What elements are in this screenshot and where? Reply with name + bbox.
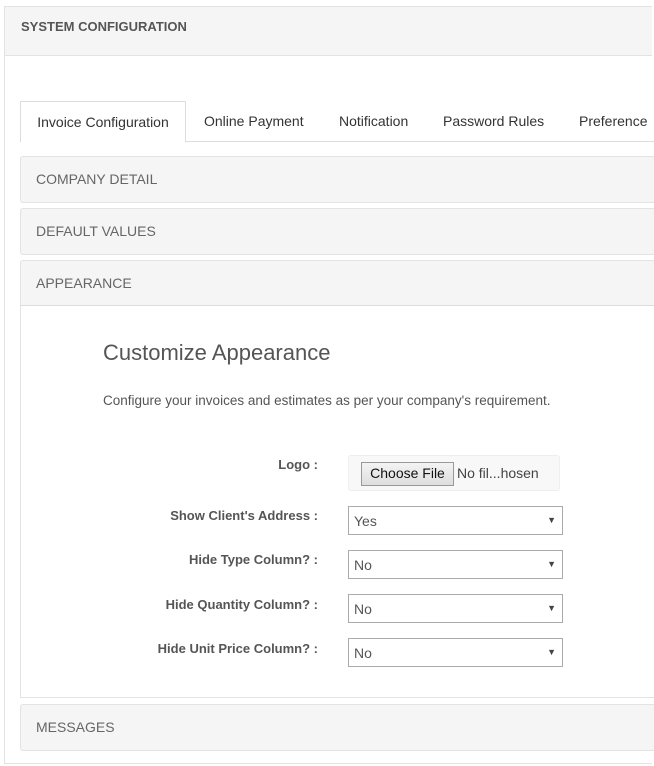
select-value: Yes <box>354 513 377 529</box>
section-company-detail[interactable]: COMPANY DETAIL <box>20 156 654 203</box>
section-appearance[interactable]: APPEARANCE <box>20 260 654 307</box>
tab-preference[interactable]: Preference <box>579 101 647 141</box>
hide-quantity-column-label: Hide Quantity Column? : <box>165 597 318 612</box>
tab-online-payment[interactable]: Online Payment <box>204 101 304 141</box>
tab-bar: Invoice Configuration Online Payment Not… <box>20 101 654 143</box>
tab-invoice-configuration[interactable]: Invoice Configuration <box>20 101 186 143</box>
caret-down-icon: ▼ <box>547 647 556 657</box>
caret-down-icon: ▼ <box>547 559 556 569</box>
show-client-address-label: Show Client's Address : <box>170 508 318 523</box>
file-status: No fil...hosen <box>457 465 539 481</box>
caret-down-icon: ▼ <box>547 603 556 613</box>
hide-type-column-select[interactable]: No ▼ <box>348 550 563 579</box>
appearance-title: Customize Appearance <box>103 340 331 365</box>
logo-file-input[interactable]: Choose File No fil...hosen <box>348 455 560 491</box>
show-client-address-select[interactable]: Yes ▼ <box>348 506 563 535</box>
select-value: No <box>354 557 372 573</box>
tab-password-rules[interactable]: Password Rules <box>443 101 544 141</box>
section-header[interactable]: APPEARANCE <box>21 261 654 306</box>
section-default-values[interactable]: DEFAULT VALUES <box>20 208 654 255</box>
hide-unit-price-column-select[interactable]: No ▼ <box>348 638 563 667</box>
logo-label: Logo : <box>278 457 318 472</box>
section-messages[interactable]: MESSAGES <box>20 704 654 751</box>
hide-type-column-label: Hide Type Column? : <box>188 552 318 567</box>
section-header[interactable]: COMPANY DETAIL <box>21 157 654 202</box>
hide-quantity-column-select[interactable]: No ▼ <box>348 594 563 623</box>
hide-unit-price-column-label: Hide Unit Price Column? : <box>157 641 318 656</box>
panel-title: SYSTEM CONFIGURATION <box>5 7 652 56</box>
caret-down-icon: ▼ <box>547 515 556 525</box>
section-header[interactable]: DEFAULT VALUES <box>21 209 654 254</box>
select-value: No <box>354 601 372 617</box>
tab-notification[interactable]: Notification <box>339 101 408 141</box>
select-value: No <box>354 645 372 661</box>
section-header[interactable]: MESSAGES <box>21 705 654 750</box>
choose-file-button[interactable]: Choose File <box>361 462 454 486</box>
appearance-description: Configure your invoices and estimates as… <box>103 393 551 408</box>
